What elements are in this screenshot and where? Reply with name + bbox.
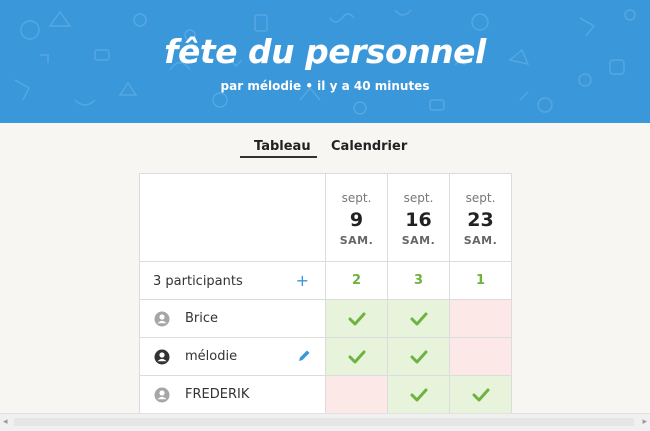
user-icon <box>154 349 170 365</box>
pencil-icon[interactable] <box>297 349 311 363</box>
date-day: 9 <box>349 208 364 231</box>
active-tab-indicator <box>240 156 317 158</box>
vote-no-cell <box>449 299 512 338</box>
tab-tableau[interactable]: Tableau <box>254 139 311 154</box>
summary-row: 3 participants + 2 3 1 <box>139 261 512 300</box>
participant-name: mélodie <box>185 349 238 364</box>
scroll-left-icon[interactable]: ◂ <box>3 417 8 427</box>
vote-count: 1 <box>449 261 512 300</box>
page-title: fête du personnel <box>164 32 486 71</box>
participant-row: FREDERIK <box>139 375 512 414</box>
check-icon <box>472 388 489 401</box>
participant-name: Brice <box>185 311 219 326</box>
check-icon <box>348 312 365 325</box>
check-icon <box>410 388 427 401</box>
participant-row: mélodie <box>139 337 512 376</box>
vote-yes-cell <box>325 337 388 376</box>
poll-table: sept. 9 SAM. sept. 16 SAM. sept. 23 SAM.… <box>139 173 512 414</box>
check-icon <box>348 350 365 363</box>
page-header: fête du personnel par mélodie • il y a 4… <box>0 0 650 123</box>
vote-yes-cell <box>449 375 512 414</box>
vote-yes-cell <box>387 299 450 338</box>
participant-name-cell: FREDERIK <box>139 375 326 414</box>
scroll-right-icon[interactable]: ▸ <box>642 417 647 427</box>
participants-count-label: 3 participants <box>153 274 243 289</box>
date-option: sept. 9 SAM. <box>325 173 388 262</box>
vote-yes-cell <box>387 375 450 414</box>
participant-name: FREDERIK <box>185 387 250 402</box>
participant-name-cell: mélodie <box>139 337 326 376</box>
page-subtitle: par mélodie • il y a 40 minutes <box>220 79 430 93</box>
vote-count: 2 <box>325 261 388 300</box>
participant-row: Brice <box>139 299 512 338</box>
participant-name-cell: Brice <box>139 299 326 338</box>
date-day: 16 <box>405 208 432 231</box>
date-month: sept. <box>403 190 434 205</box>
date-weekday: SAM. <box>339 233 374 247</box>
empty-corner-cell <box>139 173 326 262</box>
horizontal-scrollbar[interactable]: ◂ ▸ <box>0 413 650 431</box>
date-month: sept. <box>465 190 496 205</box>
vote-no-cell <box>325 375 388 414</box>
vote-count: 3 <box>387 261 450 300</box>
participants-count-cell: 3 participants + <box>139 261 326 300</box>
view-tabs: Tableau Calendrier <box>0 139 650 161</box>
date-option: sept. 16 SAM. <box>387 173 450 262</box>
date-weekday: SAM. <box>463 233 498 247</box>
vote-yes-cell <box>387 337 450 376</box>
date-month: sept. <box>341 190 372 205</box>
vote-no-cell <box>449 337 512 376</box>
user-icon <box>154 311 170 327</box>
date-option: sept. 23 SAM. <box>449 173 512 262</box>
tab-calendrier[interactable]: Calendrier <box>331 139 407 154</box>
plus-icon[interactable]: + <box>296 271 309 290</box>
date-weekday: SAM. <box>401 233 436 247</box>
scrollbar-thumb[interactable] <box>14 418 634 426</box>
user-icon <box>154 387 170 403</box>
date-header-row: sept. 9 SAM. sept. 16 SAM. sept. 23 SAM. <box>139 173 512 262</box>
vote-yes-cell <box>325 299 388 338</box>
date-day: 23 <box>467 208 494 231</box>
check-icon <box>410 312 427 325</box>
check-icon <box>410 350 427 363</box>
